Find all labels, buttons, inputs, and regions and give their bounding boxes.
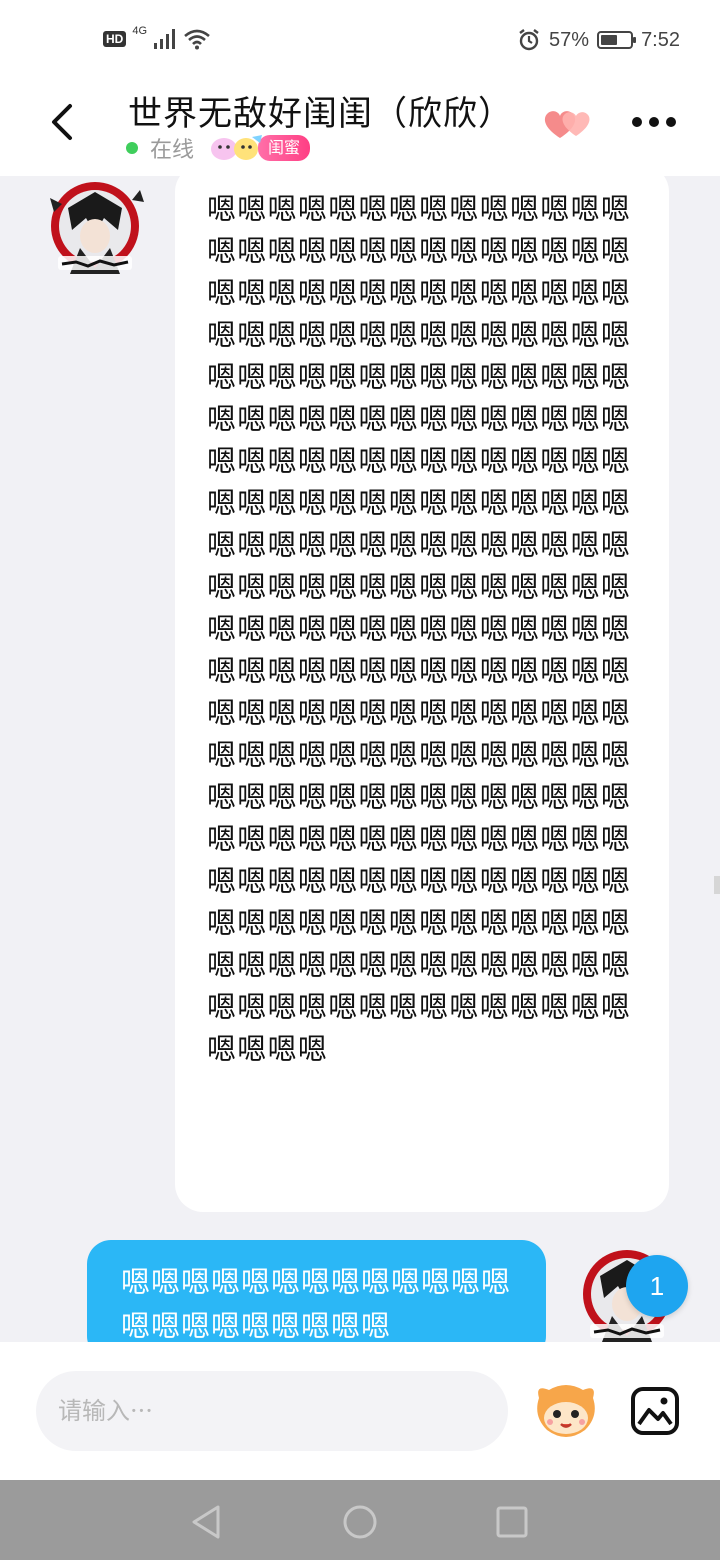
incoming-message-bubble[interactable]: 嗯嗯嗯嗯嗯嗯嗯嗯嗯嗯嗯嗯嗯嗯嗯嗯嗯嗯嗯嗯嗯嗯嗯嗯嗯嗯嗯嗯嗯嗯嗯嗯嗯嗯嗯嗯嗯嗯嗯嗯… [175, 164, 669, 1212]
network-type: 4G [132, 25, 148, 37]
unread-count-badge[interactable]: 1 [626, 1255, 688, 1317]
contact-avatar[interactable] [40, 178, 150, 278]
intimacy-button[interactable] [540, 104, 596, 144]
scroll-indicator [714, 876, 720, 894]
clock: 7:52 [641, 28, 680, 51]
hd-badge: HD [103, 31, 127, 47]
relation-badge[interactable]: 闺蜜 [258, 135, 311, 161]
status-right: 57% 7:52 [517, 28, 680, 52]
more-dot [649, 117, 659, 127]
nav-back-button[interactable] [186, 1502, 226, 1542]
nav-home-button[interactable] [340, 1502, 380, 1542]
hearts-icon [544, 111, 590, 138]
status-bar: HD 4G 57% 7:52 [0, 0, 720, 84]
signal-icon [154, 29, 176, 49]
chevron-left-icon [52, 104, 72, 140]
battery-fill [601, 35, 618, 45]
more-button[interactable] [632, 112, 682, 132]
square-recents-icon [496, 1506, 528, 1538]
online-dot [126, 142, 138, 154]
outgoing-message-text: 嗯嗯嗯嗯嗯嗯嗯嗯嗯嗯嗯嗯嗯嗯嗯嗯嗯嗯嗯嗯嗯嗯 [121, 1265, 512, 1343]
back-button[interactable] [44, 102, 84, 142]
circle-home-icon [343, 1505, 377, 1539]
message-input[interactable] [36, 1371, 508, 1451]
emoji-button[interactable] [533, 1382, 599, 1442]
online-status-row: 在线 闺蜜 [126, 134, 311, 163]
wifi-icon [184, 29, 210, 50]
input-bar [0, 1342, 720, 1480]
chat-title[interactable]: 世界无敌好闺闺（欣欣） [128, 86, 513, 135]
anime-avatar-image [40, 178, 150, 278]
battery-icon [597, 31, 637, 49]
status-left: HD 4G [103, 25, 211, 50]
chat-header: 世界无敌好闺闺（欣欣） 在线 闺蜜 [0, 84, 720, 176]
incoming-message-text: 嗯嗯嗯嗯嗯嗯嗯嗯嗯嗯嗯嗯嗯嗯嗯嗯嗯嗯嗯嗯嗯嗯嗯嗯嗯嗯嗯嗯嗯嗯嗯嗯嗯嗯嗯嗯嗯嗯嗯嗯… [207, 192, 632, 1066]
nav-recents-button[interactable] [492, 1502, 532, 1542]
image-icon [631, 1387, 679, 1435]
stars-badge-icon [211, 135, 263, 160]
triangle-back-icon [192, 1505, 220, 1539]
battery-percent: 57% [549, 28, 590, 51]
image-button[interactable] [630, 1386, 680, 1436]
more-dot [632, 117, 642, 127]
system-nav-bar [0, 1480, 720, 1560]
more-dot [666, 117, 676, 127]
alarm-icon [519, 29, 539, 51]
online-status: 在线 [150, 138, 195, 163]
emoji-face-icon [537, 1385, 595, 1437]
